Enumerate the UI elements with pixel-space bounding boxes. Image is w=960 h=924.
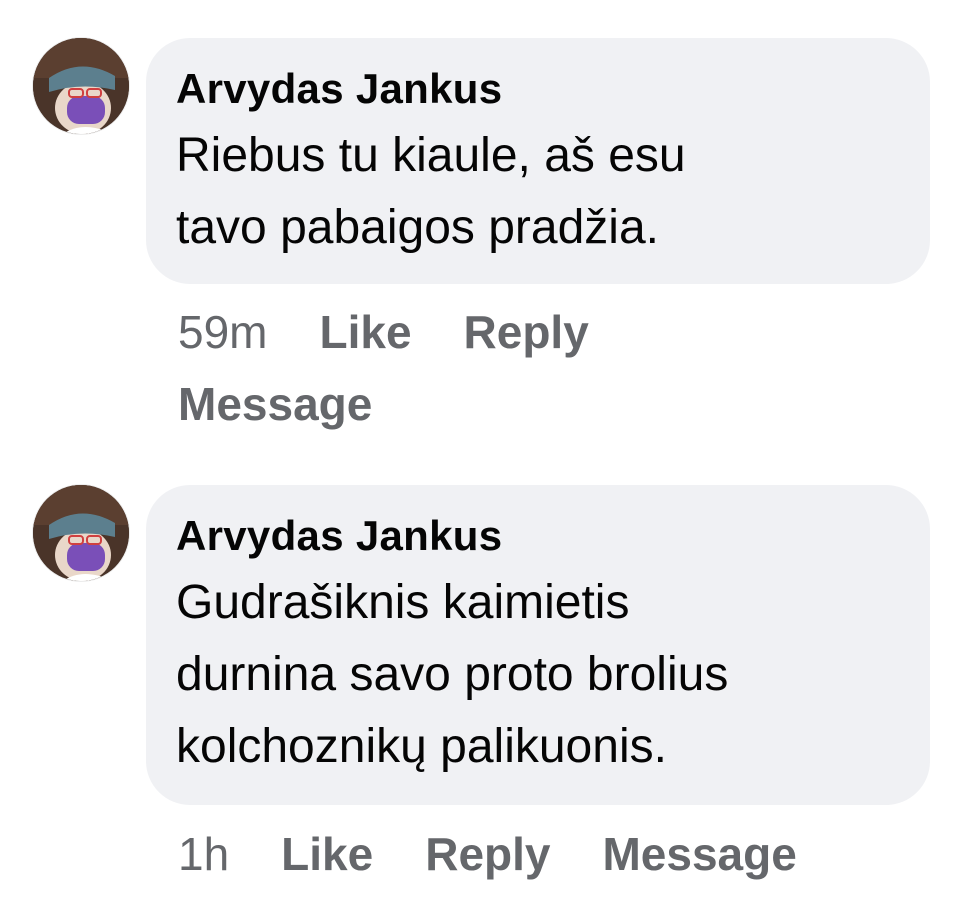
comment-author[interactable]: Arvydas Jankus	[176, 64, 900, 114]
comment-bubble: Arvydas Jankus Riebus tu kiaule, aš esu …	[146, 38, 930, 284]
profile-avatar-icon	[33, 485, 129, 581]
reply-button[interactable]: Reply	[425, 818, 550, 890]
message-button[interactable]: Message	[178, 368, 372, 440]
comment-text: Riebus tu kiaule, aš esu tavo pabaigos p…	[176, 120, 900, 264]
comment-text-line: Riebus tu kiaule, aš esu	[176, 129, 686, 182]
like-button[interactable]: Like	[281, 818, 373, 890]
comment-text-line: tavo pabaigos pradžia.	[176, 201, 659, 254]
comment-text: Gudrašiknis kaimietis durnina savo proto…	[176, 567, 900, 783]
comment-bubble: Arvydas Jankus Gudrašiknis kaimietis dur…	[146, 485, 930, 805]
comment-text-line: kolchoznikų palikuonis.	[176, 720, 667, 773]
comment-actions: 59m Like Reply Message	[178, 296, 938, 440]
avatar[interactable]	[33, 485, 129, 581]
comment-text-line: durnina savo proto brolius	[176, 648, 729, 701]
profile-avatar-icon	[33, 38, 129, 134]
like-button[interactable]: Like	[319, 296, 411, 368]
comment-text-line: Gudrašiknis kaimietis	[176, 576, 630, 629]
comment-timestamp[interactable]: 59m	[178, 306, 267, 358]
reply-button[interactable]: Reply	[464, 296, 589, 368]
comment-timestamp[interactable]: 1h	[178, 828, 229, 880]
comment-actions: 1h Like Reply Message	[178, 818, 938, 890]
message-button[interactable]: Message	[602, 818, 796, 890]
avatar[interactable]	[33, 38, 129, 134]
comment-author[interactable]: Arvydas Jankus	[176, 511, 900, 561]
